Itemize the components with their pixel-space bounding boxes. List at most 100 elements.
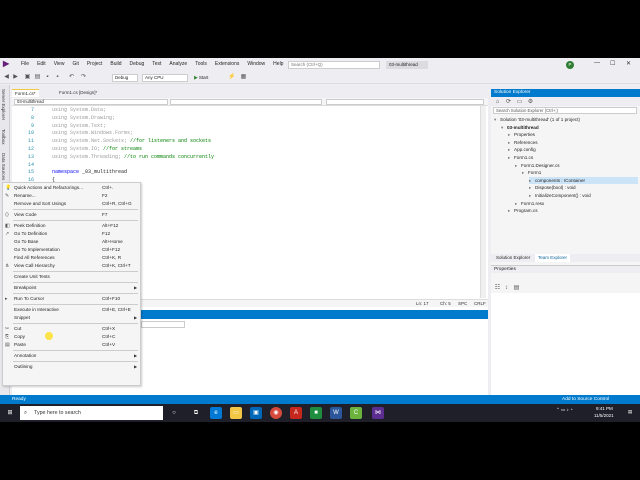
context-menu-item-quick-actions-and-refactorings[interactable]: 💡 Quick Actions and Refactorings... Ctrl+.	[3, 184, 140, 192]
code-line[interactable]: 12 using System.IO; //for streams	[12, 145, 482, 153]
menu-analyze[interactable]: Analyze	[165, 61, 191, 67]
context-menu-item-breakpoint[interactable]: Breakpoint ▶	[3, 284, 140, 292]
tab-form1-cs[interactable]: Form1.cs*	[12, 89, 39, 97]
context-menu-item-view-call-hierarchy[interactable]: ⋔ View Call Hierarchy Ctrl+K, Ctrl+T	[3, 262, 140, 270]
undo-icon[interactable]: ↶	[68, 74, 75, 81]
context-menu-item-cut[interactable]: ✂ Cut Ctrl+X	[3, 325, 140, 333]
avatar[interactable]: P	[566, 61, 574, 69]
tree-item[interactable]: ▸ components : IContainer	[529, 176, 638, 185]
settings-icon[interactable]: ⚙	[527, 99, 534, 106]
tree-item[interactable]: ▸ Dispose(bool) : void	[529, 184, 638, 192]
menu-view[interactable]: View	[50, 61, 69, 67]
context-menu-item-annotation[interactable]: Annotation ▶	[3, 352, 140, 360]
code-line[interactable]: 13 using System.Threading; //to run comma…	[12, 153, 482, 161]
tool-icon[interactable]: ▦	[240, 74, 247, 81]
tree-item[interactable]: ▸ Form1.cs	[508, 154, 638, 162]
menu-project[interactable]: Project	[83, 61, 107, 67]
code-line[interactable]: 10 using System.Windows.Forms;	[12, 129, 482, 137]
toolbox-tab[interactable]: Toolbox	[1, 129, 6, 145]
menu-window[interactable]: Window	[243, 61, 269, 67]
context-menu-item-execute-in-interactive[interactable]: Execute in Interactive Ctrl+E, Ctrl+E	[3, 306, 140, 314]
code-line[interactable]: 15 namespace _03_multithread	[12, 168, 482, 176]
context-menu-item-find-all-references[interactable]: Find All References Ctrl+K, R	[3, 254, 140, 262]
close-icon[interactable]: ✕	[626, 60, 631, 67]
tree-item[interactable]: ▾ 03-multithread	[501, 124, 638, 132]
code-line[interactable]: 7 using System.Data;	[12, 106, 482, 114]
search-input[interactable]: Search (Ctrl+Q)	[288, 61, 380, 69]
app-icon-green[interactable]: ■	[310, 407, 322, 419]
context-menu-item-go-to-implementation[interactable]: Go To Implementation Ctrl+F12	[3, 246, 140, 254]
tree-item[interactable]: ▸ Form1	[522, 169, 638, 177]
windows-start-icon[interactable]: ⊞	[4, 407, 16, 419]
home-icon[interactable]: ⌂	[494, 99, 501, 106]
minimize-icon[interactable]: —	[594, 60, 600, 66]
tab-form1-design[interactable]: Form1.cs [Design]*	[56, 89, 100, 97]
tree-item[interactable]: ▸ App.config	[508, 146, 638, 154]
start-button[interactable]: ▶Start	[194, 74, 208, 82]
context-menu-item-go-to-base[interactable]: Go To Base Alt+Home	[3, 238, 140, 246]
open-icon[interactable]: ▤	[34, 74, 41, 81]
taskbar-search[interactable]: ⌕ Type here to search	[20, 406, 163, 420]
tray-icons[interactable]: ⌃ ▭ ♪ ◔	[556, 407, 573, 413]
new-project-icon[interactable]: ▣	[24, 74, 31, 81]
context-menu-item-peek-definition[interactable]: ◧ Peek Definition Alt+F12	[3, 222, 140, 230]
server-explorer-tab[interactable]: Server Explorer	[1, 89, 6, 120]
store-icon[interactable]: ▣	[250, 407, 262, 419]
tree-item[interactable]: ▸ Properties	[508, 131, 638, 139]
alphabetical-icon[interactable]: ↕	[503, 285, 510, 292]
hot-reload-icon[interactable]: ⚡	[228, 74, 235, 81]
project-nav-select[interactable]: 03-multithread	[14, 99, 168, 105]
edge-icon[interactable]: e	[210, 407, 222, 419]
menu-file[interactable]: File	[17, 61, 33, 67]
solution-explorer-search[interactable]: Search Solution Explorer (Ctrl+;)	[493, 107, 637, 114]
pdf-reader-icon[interactable]: A	[290, 407, 302, 419]
context-menu-item-paste[interactable]: ▤ Paste Ctrl+V	[3, 341, 140, 349]
app-icon-blue[interactable]: W	[330, 407, 342, 419]
tree-item[interactable]: ▸ References	[508, 139, 638, 147]
task-view-icon[interactable]: ⧉	[190, 407, 202, 419]
maximize-icon[interactable]: ☐	[610, 60, 615, 67]
context-menu-item-create-unit-tests[interactable]: Create Unit Tests	[3, 273, 140, 281]
context-menu-item-rename[interactable]: ✎ Rename... F2	[3, 192, 140, 200]
tree-item[interactable]: ▸ Form1.resx	[515, 200, 638, 208]
data-sources-tab[interactable]: Data Sources	[1, 153, 6, 180]
menu-help[interactable]: Help	[269, 61, 287, 67]
output-source-select[interactable]	[141, 321, 185, 328]
tree-item[interactable]: ▸ InitializeComponent() : void	[529, 192, 638, 200]
add-to-source-control[interactable]: Add to Source Control	[562, 395, 609, 404]
type-nav-select[interactable]	[170, 99, 322, 105]
menu-git[interactable]: Git	[68, 61, 82, 67]
context-menu-item-outlining[interactable]: Outlining ▶	[3, 363, 140, 371]
tree-item[interactable]: ▸ Form1.Designer.cs	[515, 162, 638, 170]
property-pages-icon[interactable]: ▤	[513, 285, 520, 292]
code-line[interactable]: 14	[12, 161, 482, 169]
editor-vertical-scrollbar[interactable]	[480, 106, 486, 298]
menu-debug[interactable]: Debug	[126, 61, 149, 67]
config-select[interactable]: Debug	[112, 74, 138, 82]
menu-tools[interactable]: Tools	[191, 61, 211, 67]
notifications-icon[interactable]: ▤	[628, 409, 632, 415]
context-menu-item-go-to-definition[interactable]: ↗ Go To Definition F12	[3, 230, 140, 238]
categorized-icon[interactable]: ☷	[494, 285, 501, 292]
platform-select[interactable]: Any CPU	[142, 74, 188, 82]
menu-edit[interactable]: Edit	[33, 61, 50, 67]
tree-item[interactable]: ▸ Program.cs	[508, 207, 638, 215]
menu-build[interactable]: Build	[106, 61, 125, 67]
save-all-icon[interactable]: ▪	[54, 74, 61, 81]
back-icon[interactable]: ◀	[3, 74, 10, 81]
context-menu-item-remove-and-sort-usings[interactable]: Remove and Sort Usings Ctrl+R, Ctrl+G	[3, 200, 140, 208]
code-line[interactable]: 8 using System.Drawing;	[12, 114, 482, 122]
code-line[interactable]: 9 using System.Text;	[12, 122, 482, 130]
tab-team-explorer[interactable]: Team Explorer	[535, 254, 571, 262]
context-menu-item-run-to-cursor[interactable]: ▸ Run To Cursor Ctrl+F10	[3, 295, 140, 303]
context-menu-item-copy[interactable]: ⎘ Copy Ctrl+C	[3, 333, 140, 341]
collapse-icon[interactable]: ▭	[516, 99, 523, 106]
member-nav-select[interactable]	[326, 99, 484, 105]
menu-extensions[interactable]: Extensions	[211, 61, 243, 67]
redo-icon[interactable]: ↷	[80, 74, 87, 81]
chrome-icon[interactable]: ◉	[270, 407, 282, 419]
sync-icon[interactable]: ⟳	[505, 99, 512, 106]
camtasia-icon[interactable]: C	[350, 407, 362, 419]
tree-item[interactable]: ▾ Solution '03-multithread' (1 of 1 proje…	[494, 116, 638, 124]
context-menu-item-view-code[interactable]: ⟨⟩ View Code F7	[3, 211, 140, 219]
